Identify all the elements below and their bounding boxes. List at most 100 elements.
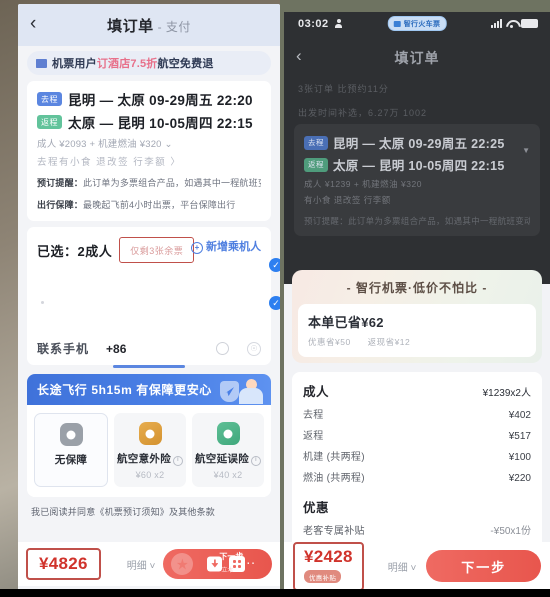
booking-notice-1-label: 预订提醒： xyxy=(37,178,84,188)
insurance-option-none[interactable]: 无保障 xyxy=(34,413,108,488)
contacts-icon[interactable]: ☉ xyxy=(247,341,261,356)
left-next-step-button[interactable]: 下一步 立木 ‧‧ xyxy=(163,549,272,579)
return-flight-row: 返程 太原 — 昆明 10-05周四 22:15 xyxy=(37,112,261,132)
bill-row-label: 机建 (共两程) xyxy=(303,452,365,463)
flight-service-line[interactable]: 去程有小食 退改签 行李额 〉 xyxy=(37,154,261,168)
flight-summary-card[interactable]: 去程 昆明 — 太原 09-29周五 22:20 返程 太原 — 昆明 10-0… xyxy=(27,81,271,222)
promo-inner: 本单已省¥62 优惠省¥50 返现省¥12 xyxy=(298,304,536,357)
right-next-step-label: 下一步 xyxy=(461,559,507,575)
booking-notice-2-text: 最晚起飞前4小时出票，平台保障出行 xyxy=(83,200,236,211)
insurance-header-text: 长途飞行 5h15m 有保障更安心 xyxy=(37,383,212,398)
outbound-flight-text: 昆明 — 太原 09-29周五 22:25 xyxy=(333,137,505,151)
bill-adult-label: 成人 xyxy=(303,385,330,399)
bill-row-label: 去程 xyxy=(303,410,324,421)
bill-row: 燃油 (共两程) ¥220 xyxy=(303,469,531,484)
booking-notice-2-label: 出行保障： xyxy=(37,200,84,211)
left-total-price-highlight-box: ¥4826 xyxy=(26,548,101,580)
discount-row: 老客专属补贴 -¥50x1份 xyxy=(303,522,531,537)
insurance-option-accident[interactable]: 航空意外险 i ¥60 x2 xyxy=(114,413,186,488)
left-phone-screen: ‹ 填订单 - 支付 机票用户 订酒店7.5折 航空免费退 去程 昆明 — 太原 … xyxy=(18,4,280,592)
screenshot-stage: ‹ 填订单 - 支付 机票用户 订酒店7.5折 航空免费退 去程 昆明 — 太原 … xyxy=(0,0,550,597)
status-bar: 03:02 智行火车票 xyxy=(284,12,550,38)
page-title: 填订单 - 支付 xyxy=(18,15,280,36)
passenger-card: 已选：2成人 仅剩3张余票 + 新增乘机人 联系手机 +86 ☉ xyxy=(27,227,271,369)
left-detail-toggle[interactable]: 明细 ˅ xyxy=(127,557,156,572)
right-detail-label: 明细 xyxy=(387,562,408,574)
insurance-accident-label: 航空意外险 xyxy=(117,453,171,466)
plus-icon: + xyxy=(191,242,203,255)
left-total-price: ¥4826 xyxy=(39,554,88,573)
return-flight-text: 太原 — 昆明 10-05周四 22:15 xyxy=(333,159,505,173)
right-detail-toggle[interactable]: 明细 ˅ xyxy=(388,559,417,574)
price-breakdown-panel: 成人 ¥1239x2人 去程 ¥402 返程 ¥517 机建 (共两程) ¥10… xyxy=(292,372,542,569)
promo-card: - 智行机票·低价不怕比 - 本单已省¥62 优惠省¥50 返现省¥12 xyxy=(292,270,542,363)
seats-left-text: 仅剩3张余票 xyxy=(130,246,184,257)
clear-icon[interactable] xyxy=(216,342,229,356)
right-app-header: ‹ 填订单 xyxy=(284,42,550,72)
contact-phone-row[interactable]: 联系手机 +86 ☉ xyxy=(37,340,261,357)
bill-adult-value: ¥1239x2人 xyxy=(482,388,531,399)
hotel-promo-banner[interactable]: 机票用户 订酒店7.5折 航空免费退 xyxy=(27,51,271,75)
right-ghost-line-1: 3张订单 比预约11分 xyxy=(298,84,389,94)
right-footer-bar: ¥2428 优惠补贴 明细 ˅ 下一步 xyxy=(284,541,550,590)
right-screenshot-pane: 03:02 智行火车票 ‹ 填订单 3张订单 比预约11分 出发时间补选，6.2… xyxy=(280,0,550,597)
bottom-letterbox xyxy=(0,589,550,597)
signal-icon xyxy=(491,19,502,28)
app-pill-text: 智行火车票 xyxy=(403,20,441,28)
outbound-tag: 去程 xyxy=(37,92,62,106)
right-ghost-line-2: 出发时间补选，6.27万 1002 xyxy=(298,108,428,118)
return-tag: 返程 xyxy=(304,157,328,172)
bill-row-label: 返程 xyxy=(303,431,324,442)
contact-phone-value[interactable]: +86 xyxy=(106,342,126,356)
agreement-text[interactable]: 我已阅读并同意《机票预订须知》及其他条款 xyxy=(31,505,267,518)
promo-saved-amount: 本单已省¥62 xyxy=(308,315,384,330)
bill-row-value: ¥402 xyxy=(508,410,531,421)
banner-text-post: 航空免费退 xyxy=(157,58,214,70)
left-detail-label: 明细 xyxy=(126,560,147,572)
insurance-header: 长途飞行 5h15m 有保障更安心 xyxy=(27,374,271,406)
delay-insurance-icon xyxy=(216,422,240,446)
banner-text-pre: 机票用户 xyxy=(52,58,97,70)
return-flight-row: 返程 太原 — 昆明 10-05周四 22:15 xyxy=(304,155,530,174)
right-total-price-highlight-box: ¥2428 优惠补贴 xyxy=(293,541,364,590)
info-icon[interactable]: i xyxy=(173,456,183,467)
right-flight-price-line: 成人 ¥1239 + 机建燃油 ¥320 xyxy=(304,179,422,189)
sparkle-overlay-icon xyxy=(171,553,194,575)
left-app-header: ‹ 填订单 - 支付 xyxy=(18,4,280,46)
bill-row-value: ¥517 xyxy=(508,431,531,442)
promo-detail-2: 返现省¥12 xyxy=(367,337,411,347)
right-booking-notice: 预订提醒：此订单为多票组合产品，如遇其中一程航班变动… xyxy=(304,216,530,226)
booking-notice-1: 预订提醒：此订单为多票组合产品，如遇其中一程航班变动… xyxy=(37,177,261,190)
booking-notice-2: 出行保障：最晚起飞前4小时出票，平台保障出行 xyxy=(37,199,261,212)
add-passenger-button[interactable]: + 新增乘机人 xyxy=(191,238,261,255)
left-screenshot-pane: ‹ 填订单 - 支付 机票用户 订酒店7.5折 航空免费退 去程 昆明 — 太原 … xyxy=(0,0,287,597)
bill-row-label: 燃油 (共两程) xyxy=(303,473,365,484)
insurance-option-name: 航空意外险 i xyxy=(116,451,184,467)
insurance-option-name: 无保障 xyxy=(54,454,88,467)
right-flight-summary-card[interactable]: 去程 昆明 — 太原 09-29周五 22:25 返程 太原 — 昆明 10-0… xyxy=(294,124,540,236)
right-flight-service-line: 有小食 退改签 行李额 xyxy=(304,195,391,205)
person-icon xyxy=(335,19,342,28)
status-indicators xyxy=(491,19,538,28)
flight-price-line: 成人 ¥2093 + 机建燃油 ¥320 ⌄ xyxy=(37,139,173,150)
info-icon[interactable]: i xyxy=(251,456,261,467)
discount-row-value: -¥50x1份 xyxy=(490,526,531,537)
right-next-step-button[interactable]: 下一步 xyxy=(426,550,541,582)
insurance-delay-price: ¥40 x2 xyxy=(213,470,243,481)
bill-row: 机建 (共两程) ¥100 xyxy=(303,448,531,463)
insurance-option-delay[interactable]: 航空延误险 i ¥40 x2 xyxy=(192,413,264,488)
chevron-down-icon[interactable]: ▼ xyxy=(522,146,530,155)
keyboard-indicator-bar xyxy=(113,365,185,369)
left-next-step-label: 下一步 xyxy=(219,552,244,561)
seats-left-highlight-box: 仅剩3张余票 xyxy=(119,237,195,264)
app-pill-badge: 智行火车票 xyxy=(387,16,447,31)
outbound-tag: 去程 xyxy=(304,135,328,150)
left-footer-bar: ¥4826 明细 ˅ 下一步 立木 ‧‧ xyxy=(18,542,280,586)
return-tag: 返程 xyxy=(37,115,62,129)
bill-row: 去程 ¥402 xyxy=(303,406,531,421)
promo-detail-1: 优惠省¥50 xyxy=(308,337,351,347)
status-time: 03:02 xyxy=(298,18,329,30)
right-total-price: ¥2428 xyxy=(304,546,353,566)
discount-row-label: 老客专属补贴 xyxy=(303,526,365,537)
hotel-icon xyxy=(36,58,47,68)
